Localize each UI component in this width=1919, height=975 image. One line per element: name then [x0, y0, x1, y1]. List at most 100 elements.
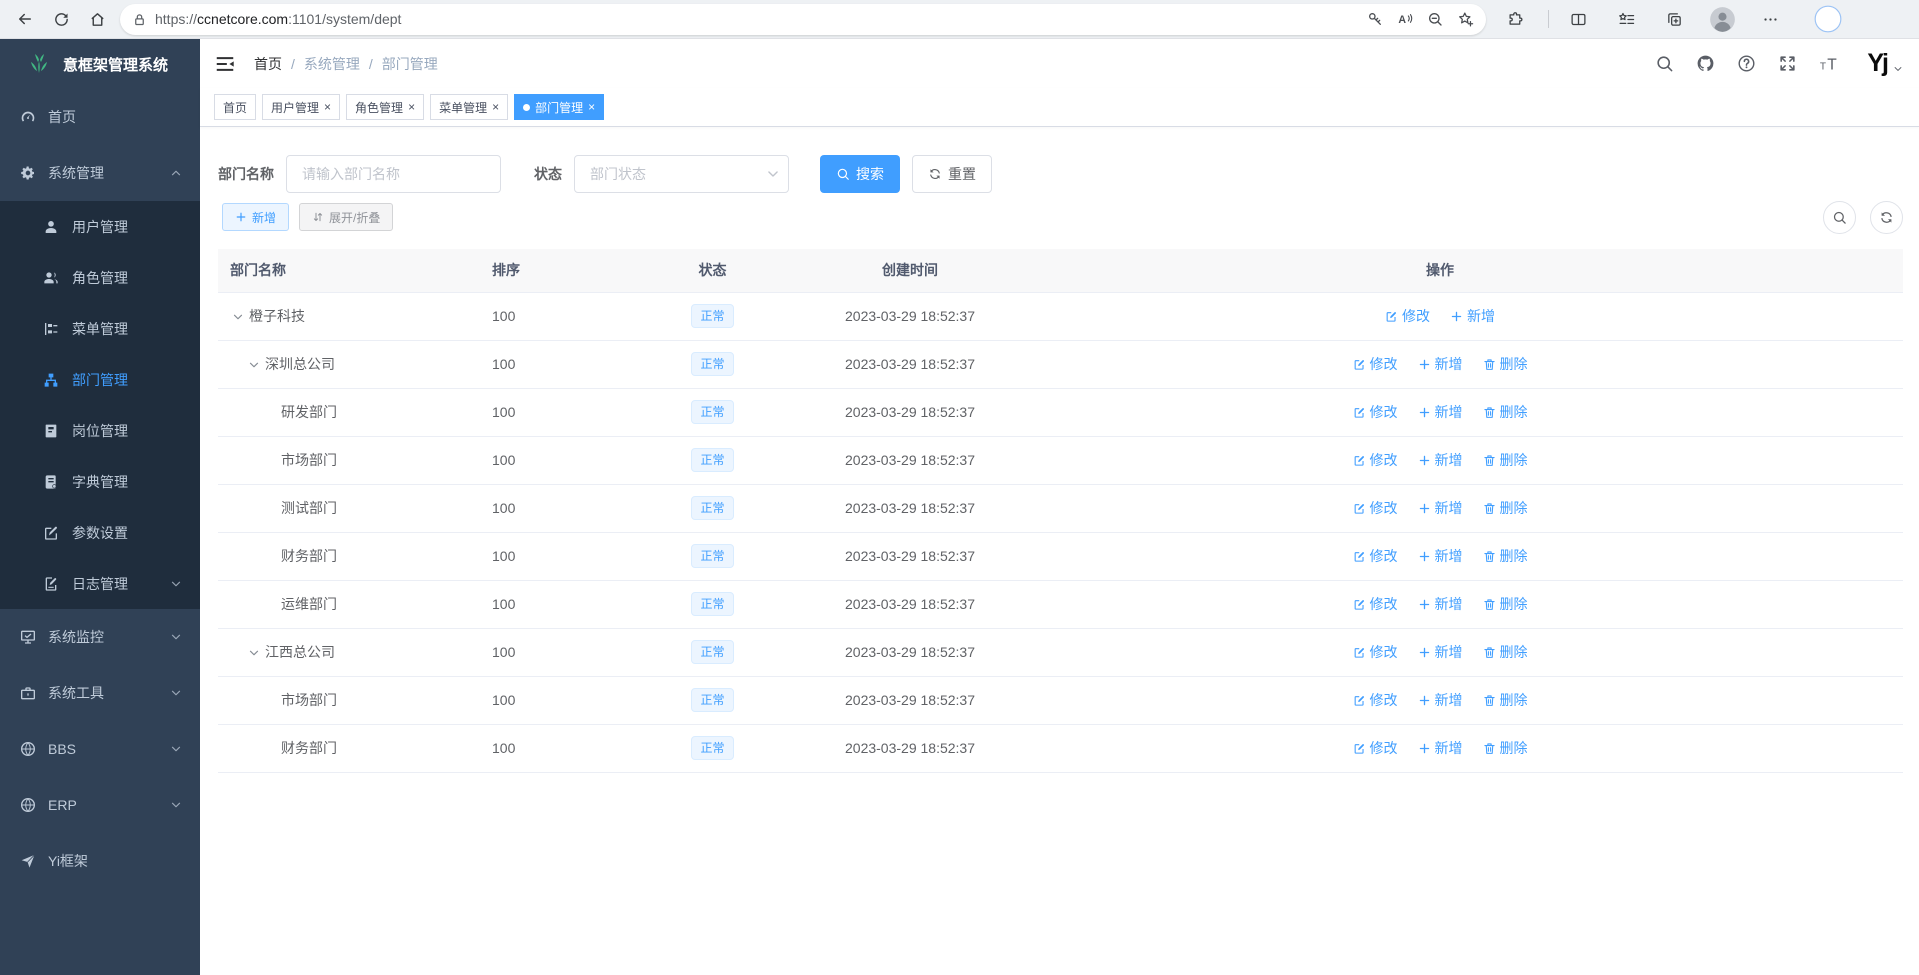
row-add-link[interactable]: 新增 — [1418, 738, 1463, 758]
refresh-table-button[interactable] — [1870, 201, 1903, 234]
row-add-link[interactable]: 新增 — [1450, 306, 1495, 326]
header-search-icon[interactable] — [1655, 54, 1674, 73]
cell-sort: 100 — [480, 532, 650, 580]
expand-collapse-button[interactable]: 展开/折叠 — [299, 203, 393, 231]
cell-created: 2023-03-29 18:52:37 — [775, 436, 1045, 484]
collections-button[interactable] — [1659, 3, 1689, 35]
cell-created: 2023-03-29 18:52:37 — [775, 676, 1045, 724]
col-header-status: 状态 — [650, 249, 775, 292]
browser-menu-button[interactable] — [1755, 3, 1785, 35]
row-edit-link[interactable]: 修改 — [1353, 402, 1398, 422]
sidebar-item-bbs[interactable]: BBS — [0, 721, 200, 777]
password-key-button[interactable] — [1362, 6, 1388, 32]
url-text[interactable]: https://ccnetcore.com:1101/system/dept — [155, 11, 1358, 27]
table-row: 橙子科技100正常2023-03-29 18:52:37修改新增 — [218, 292, 1903, 340]
sidebar-item-role[interactable]: 角色管理 — [0, 252, 200, 303]
show-search-toggle-button[interactable] — [1823, 201, 1856, 234]
github-icon[interactable] — [1696, 54, 1715, 73]
extensions-button[interactable] — [1500, 3, 1530, 35]
sidebar-item-post[interactable]: 岗位管理 — [0, 405, 200, 456]
sidebar-item-erp[interactable]: ERP — [0, 777, 200, 833]
tab-role[interactable]: 角色管理× — [346, 94, 424, 120]
row-del-link[interactable]: 删除 — [1483, 402, 1528, 422]
dept-name-input[interactable] — [286, 155, 501, 193]
sidebar-item-log[interactable]: 日志管理 — [0, 558, 200, 609]
add-button[interactable]: 新增 — [222, 203, 289, 231]
close-icon[interactable]: × — [492, 101, 499, 113]
table-row: 市场部门100正常2023-03-29 18:52:37修改新增删除 — [218, 676, 1903, 724]
row-del-link[interactable]: 删除 — [1483, 594, 1528, 614]
row-add-link[interactable]: 新增 — [1418, 546, 1463, 566]
sidebar-item-tool[interactable]: 系统工具 — [0, 665, 200, 721]
favorite-button[interactable] — [1452, 6, 1478, 32]
browser-refresh-button[interactable] — [46, 3, 76, 35]
row-del-link[interactable]: 删除 — [1483, 690, 1528, 710]
sidebar-item-menu[interactable]: 菜单管理 — [0, 303, 200, 354]
sidebar-collapse-icon[interactable] — [214, 53, 236, 75]
row-del-link[interactable]: 删除 — [1483, 642, 1528, 662]
tab-menu[interactable]: 菜单管理× — [430, 94, 508, 120]
sidebar-item-system[interactable]: 系统管理 — [0, 145, 200, 201]
sidebar-item-user[interactable]: 用户管理 — [0, 201, 200, 252]
row-edit-link[interactable]: 修改 — [1353, 354, 1398, 374]
row-del-link[interactable]: 删除 — [1483, 450, 1528, 470]
row-actions: 修改新增删除 — [1045, 738, 1835, 758]
read-aloud-button[interactable] — [1392, 6, 1418, 32]
sidebar-item-param[interactable]: 参数设置 — [0, 507, 200, 558]
tab-home[interactable]: 首页 — [214, 94, 256, 120]
tab-user[interactable]: 用户管理× — [262, 94, 340, 120]
sidebar-item-dict[interactable]: 字典管理 — [0, 456, 200, 507]
sidebar-item-home[interactable]: 首页 — [0, 89, 200, 145]
tab-dept[interactable]: 部门管理× — [514, 94, 604, 120]
address-bar[interactable]: https://ccnetcore.com:1101/system/dept — [120, 4, 1486, 35]
row-edit-link[interactable]: 修改 — [1353, 450, 1398, 470]
browser-home-button[interactable] — [82, 3, 112, 35]
row-edit-link[interactable]: 修改 — [1353, 498, 1398, 518]
row-edit-link[interactable]: 修改 — [1353, 594, 1398, 614]
status-badge: 正常 — [691, 640, 733, 664]
row-actions: 修改新增删除 — [1045, 642, 1835, 662]
search-button[interactable]: 搜索 — [820, 155, 900, 193]
status-select[interactable]: 部门状态 — [574, 155, 789, 193]
profile-button[interactable] — [1707, 3, 1737, 35]
close-icon[interactable]: × — [408, 101, 415, 113]
row-add-link[interactable]: 新增 — [1418, 690, 1463, 710]
row-edit-link[interactable]: 修改 — [1353, 738, 1398, 758]
row-expand-caret[interactable] — [248, 646, 265, 658]
reset-button[interactable]: 重置 — [912, 155, 992, 193]
row-edit-link[interactable]: 修改 — [1353, 690, 1398, 710]
breadcrumb-item[interactable]: 首页 — [254, 56, 282, 72]
row-edit-link[interactable]: 修改 — [1353, 642, 1398, 662]
row-del-link[interactable]: 删除 — [1483, 546, 1528, 566]
row-del-link[interactable]: 删除 — [1483, 738, 1528, 758]
help-icon[interactable] — [1737, 54, 1756, 73]
row-add-link[interactable]: 新增 — [1418, 450, 1463, 470]
browser-back-button[interactable] — [10, 3, 40, 35]
row-add-link[interactable]: 新增 — [1418, 498, 1463, 518]
user-avatar[interactable]: Yj — [1867, 51, 1887, 76]
sidebar-item-yi[interactable]: Yi框架 — [0, 833, 200, 889]
split-screen-button[interactable] — [1563, 3, 1593, 35]
row-del-link[interactable]: 删除 — [1483, 354, 1528, 374]
copilot-button[interactable] — [1813, 3, 1843, 35]
table-row: 江西总公司100正常2023-03-29 18:52:37修改新增删除 — [218, 628, 1903, 676]
row-edit-link[interactable]: 修改 — [1385, 306, 1430, 326]
sidebar-item-monitor[interactable]: 系统监控 — [0, 609, 200, 665]
close-icon[interactable]: × — [324, 101, 331, 113]
zoom-out-button[interactable] — [1422, 6, 1448, 32]
row-add-link[interactable]: 新增 — [1418, 402, 1463, 422]
row-edit-link[interactable]: 修改 — [1353, 546, 1398, 566]
favorites-bar-button[interactable] — [1611, 3, 1641, 35]
fullscreen-icon[interactable] — [1778, 54, 1797, 73]
font-size-icon[interactable] — [1819, 53, 1841, 75]
row-expand-caret[interactable] — [248, 358, 265, 370]
row-add-link[interactable]: 新增 — [1418, 642, 1463, 662]
close-icon[interactable]: × — [588, 101, 595, 113]
row-add-link[interactable]: 新增 — [1418, 354, 1463, 374]
user-menu-caret-icon[interactable] — [1893, 64, 1903, 74]
sidebar-item-dept[interactable]: 部门管理 — [0, 354, 200, 405]
row-expand-caret[interactable] — [232, 310, 249, 322]
breadcrumb-item[interactable]: 系统管理 — [304, 56, 360, 72]
row-del-link[interactable]: 删除 — [1483, 498, 1528, 518]
row-add-link[interactable]: 新增 — [1418, 594, 1463, 614]
